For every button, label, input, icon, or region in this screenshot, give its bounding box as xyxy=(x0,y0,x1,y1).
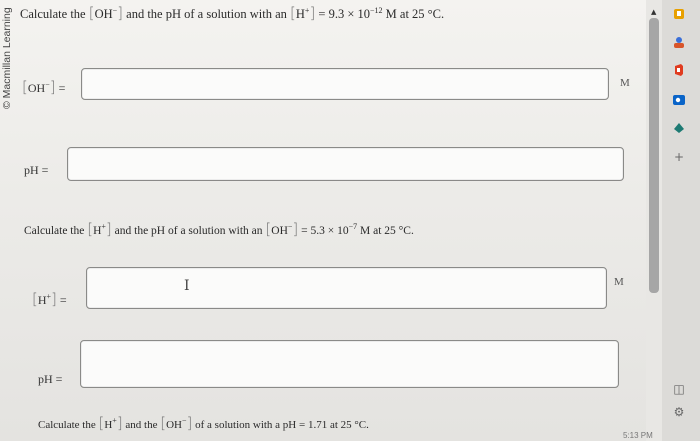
q3-pre: Calculate the xyxy=(38,419,96,431)
oh-unit: M xyxy=(620,77,630,89)
outlook-icon[interactable] xyxy=(672,94,686,109)
cloud-icon[interactable] xyxy=(672,122,686,137)
sidebar-toggle-icon[interactable]: ◫ xyxy=(672,382,686,396)
q2-mid: and the pH of a solution with an xyxy=(114,225,263,237)
scrollbar-thumb[interactable] xyxy=(649,18,659,293)
question-1-text: Calculate the [OH−] and the pH of a solu… xyxy=(20,4,445,22)
question-2-text: Calculate the [H+] and the pH of a solut… xyxy=(24,220,414,238)
q1-pre: Calculate the xyxy=(20,7,86,21)
q3-mid: and the xyxy=(125,419,158,431)
scroll-up-arrow-icon[interactable]: ▲ xyxy=(651,8,656,16)
oh-label-text: OH xyxy=(27,81,46,95)
q3-oh: OH xyxy=(166,419,182,431)
office-icon[interactable] xyxy=(672,64,686,79)
ph-answer-input-1[interactable] xyxy=(67,147,624,181)
question-page: © Macmillan Learning Calculate the [OH−]… xyxy=(0,0,655,441)
clock-text: 5:13 PM xyxy=(623,431,653,440)
question-3-text: Calculate the [H+] and the [OH−] of a so… xyxy=(38,414,369,432)
plus-icon[interactable]: + xyxy=(672,150,686,164)
ph-answer-input-2[interactable] xyxy=(80,340,619,388)
q3-post: of a solution with a pH = 1.71 at 25 °C. xyxy=(195,419,369,431)
q2-pre: Calculate the xyxy=(24,225,85,237)
q1-post: M at 25 °C. xyxy=(385,7,445,21)
q1-h: H xyxy=(295,7,305,21)
q1-exp: −12 xyxy=(370,6,383,15)
q2-exp: −7 xyxy=(348,222,358,231)
person-icon[interactable] xyxy=(672,36,686,51)
copyright-watermark: © Macmillan Learning xyxy=(1,7,13,109)
q2-eq: = 5.3 × 10 xyxy=(301,225,349,237)
h-unit: M xyxy=(614,276,624,288)
ph-answer-label-1: pH = xyxy=(24,163,49,177)
h-label-text: H xyxy=(37,293,47,307)
h-answer-label: [H+] = xyxy=(32,290,67,308)
q2-oh: OH xyxy=(271,225,288,237)
oh-answer-label: [OH−] = xyxy=(22,78,66,96)
q2-post: M at 25 °C. xyxy=(360,225,414,237)
oh-answer-input[interactable] xyxy=(81,68,609,100)
q1-eq: = 9.3 × 10 xyxy=(318,7,371,21)
q1-oh: OH xyxy=(94,7,113,21)
settings-icon[interactable]: ⚙ xyxy=(672,405,686,419)
bookmark-icon[interactable] xyxy=(672,8,686,23)
text-cursor-icon: I xyxy=(184,278,190,294)
ph-answer-label-2: pH = xyxy=(38,372,63,386)
q1-mid: and the pH of a solution with an xyxy=(126,7,287,21)
h-answer-input[interactable] xyxy=(86,267,607,309)
